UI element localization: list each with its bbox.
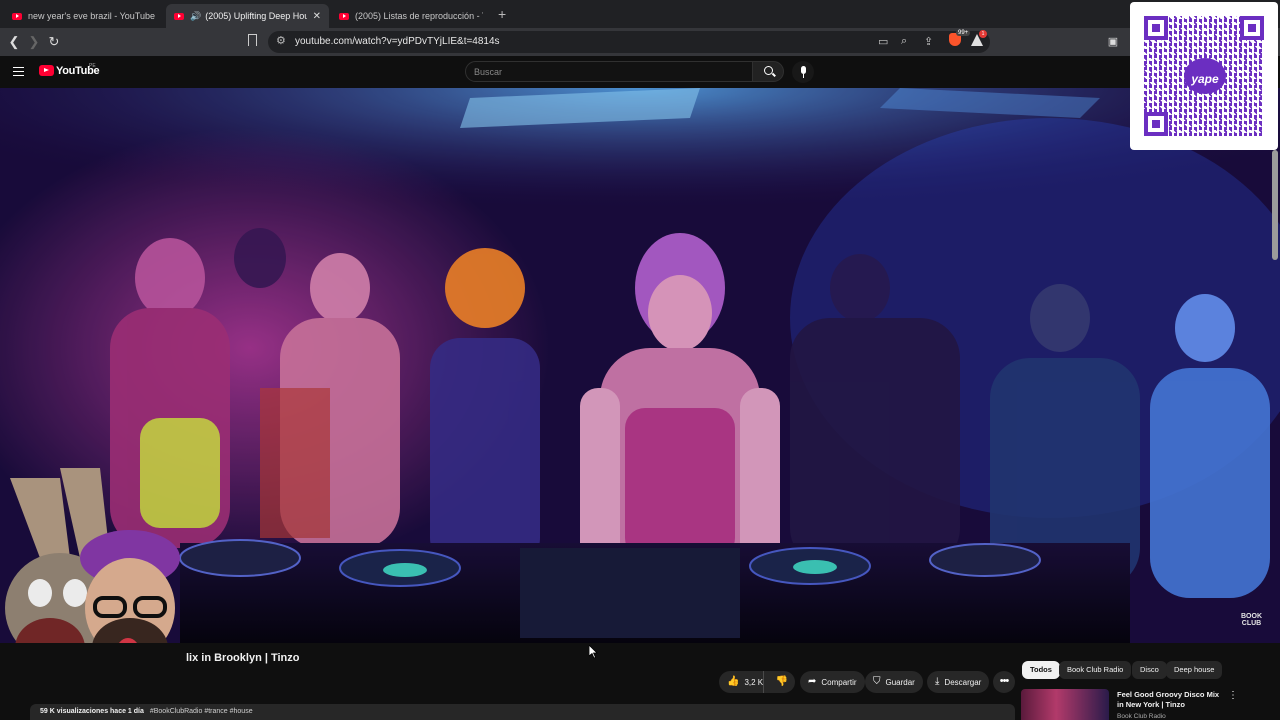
like-button[interactable]: 👍 3,2 K — [719, 671, 765, 693]
download-button[interactable]: ⤓ Descargar — [927, 671, 990, 693]
new-tab-icon[interactable]: + — [498, 6, 506, 22]
region-code: PE — [89, 63, 96, 69]
share-label: Compartir — [821, 677, 857, 687]
thumbs-down-icon: 👎 — [775, 676, 789, 687]
url-text[interactable]: youtube.com/watch?v=ydPDvTYjLIE&t=4814s — [295, 36, 500, 47]
tab-uplifting-deep-house[interactable]: 🔊 (2005) Uplifting Deep House ✕ — [166, 4, 329, 28]
page-scrollbar[interactable] — [1272, 150, 1278, 260]
qr-finder-pattern — [1144, 16, 1168, 40]
qr-finder-pattern — [1240, 16, 1264, 40]
forward-icon[interactable]: ❯ — [24, 32, 44, 52]
save-button[interactable]: ⛉ Guardar — [865, 671, 923, 693]
video-title: lix in Brooklyn | Tinzo — [186, 652, 300, 664]
youtube-logo-icon[interactable] — [39, 65, 54, 76]
recommendation-menu-icon[interactable]: ⋮ — [1228, 690, 1238, 701]
chip-disco[interactable]: Disco — [1132, 661, 1167, 679]
tab-title: (2005) Uplifting Deep House — [205, 11, 306, 21]
shields-count-badge: 99+ — [956, 30, 971, 36]
share-icon[interactable]: ⇪ — [924, 35, 933, 48]
save-label: Guardar — [885, 677, 915, 687]
download-label: Descargar — [944, 677, 982, 687]
youtube-favicon-icon — [339, 12, 349, 20]
menu-icon[interactable] — [13, 67, 24, 76]
download-icon: ⤓ — [935, 676, 940, 687]
bookmark-icon[interactable] — [248, 34, 257, 46]
voice-search-icon[interactable] — [792, 61, 814, 83]
qr-code-overlay: yape — [1130, 2, 1278, 150]
video-info: lix in Brooklyn | Tinzo 👍 3,2 K 👎 ➦ Comp… — [0, 643, 1280, 720]
mouse-cursor-icon — [589, 645, 598, 659]
yape-logo: yape — [1184, 58, 1226, 94]
recommendation-channel[interactable]: Book Club Radio — [1117, 713, 1166, 720]
search-input[interactable] — [474, 65, 734, 79]
tab-listas-de-reproduccion[interactable]: (2005) Listas de reproducción - YouTu — [331, 4, 491, 28]
youtube-header: YouTube PE — [0, 56, 1280, 88]
site-info-icon[interactable]: ⚙ — [276, 34, 286, 47]
speaker-icon[interactable]: 🔊 — [190, 11, 201, 22]
like-count: 3,2 K — [744, 677, 764, 687]
watermark-line-1: BOOK — [1241, 613, 1262, 620]
address-bar[interactable]: ⚙ youtube.com/watch?v=ydPDvTYjLIE&t=4814… — [268, 31, 990, 53]
channel-watermark: BOOK CLUB — [1241, 613, 1262, 627]
description-box[interactable]: 59 K visualizaciones hace 1 día #BookClu… — [30, 704, 1015, 720]
tab-title: (2005) Listas de reproducción - YouTu — [355, 11, 483, 21]
search-box[interactable] — [465, 61, 753, 82]
qr-finder-pattern — [1144, 112, 1168, 136]
share-button[interactable]: ➦ Compartir — [800, 671, 865, 693]
like-dislike-group: 👍 3,2 K 👎 — [719, 671, 795, 693]
close-tab-icon[interactable]: ✕ — [307, 11, 321, 22]
thumbs-up-icon: 👍 — [727, 676, 740, 687]
video-frame — [0, 88, 1280, 643]
hashtags[interactable]: #BookClubRadio #trance #house — [150, 708, 253, 715]
views-and-date: 59 K visualizaciones hace 1 día — [40, 708, 144, 715]
recommendation-thumbnail[interactable] — [1021, 689, 1109, 720]
youtube-favicon-icon — [174, 12, 184, 20]
chip-deep-house[interactable]: Deep house — [1166, 661, 1223, 679]
more-actions-icon[interactable]: ••• — [993, 671, 1015, 693]
sidebar-icon[interactable]: ▣ — [1103, 32, 1123, 52]
screen: new year's eve brazil - YouTube 🔊 (2005)… — [0, 0, 1280, 720]
search-button[interactable] — [752, 61, 784, 82]
qr-code-icon: yape — [1144, 16, 1264, 136]
youtube-favicon-icon — [12, 12, 22, 20]
reload-icon[interactable]: ↻ — [44, 32, 64, 52]
recommendation-title[interactable]: Feel Good Groovy Disco Mix in New York |… — [1117, 690, 1227, 710]
browser-tab-bar: new year's eve brazil - YouTube 🔊 (2005)… — [0, 0, 1280, 28]
back-icon[interactable]: ❮ — [4, 32, 24, 52]
share-arrow-icon: ➦ — [808, 676, 817, 687]
chip-todos[interactable]: Todos — [1022, 661, 1060, 679]
zoom-icon[interactable]: ⌕ — [901, 35, 907, 48]
chip-book-club-radio[interactable]: Book Club Radio — [1059, 661, 1132, 679]
dislike-button[interactable]: 👎 — [769, 671, 795, 693]
tab-title: new year's eve brazil - YouTube — [28, 11, 155, 21]
watermark-line-2: CLUB — [1241, 620, 1262, 627]
browser-toolbar: ❮ ❯ ↻ ⚙ youtube.com/watch?v=ydPDvTYjLIE&… — [0, 28, 1280, 56]
rewards-badge: 1 — [979, 30, 987, 38]
cast-icon[interactable]: ▭ — [878, 35, 888, 48]
search-icon — [764, 66, 773, 75]
save-bookmark-icon: ⛉ — [873, 676, 881, 687]
tab-new-years-eve[interactable]: new year's eve brazil - YouTube — [4, 4, 164, 28]
video-player[interactable]: BOOK CLUB — [0, 88, 1280, 643]
